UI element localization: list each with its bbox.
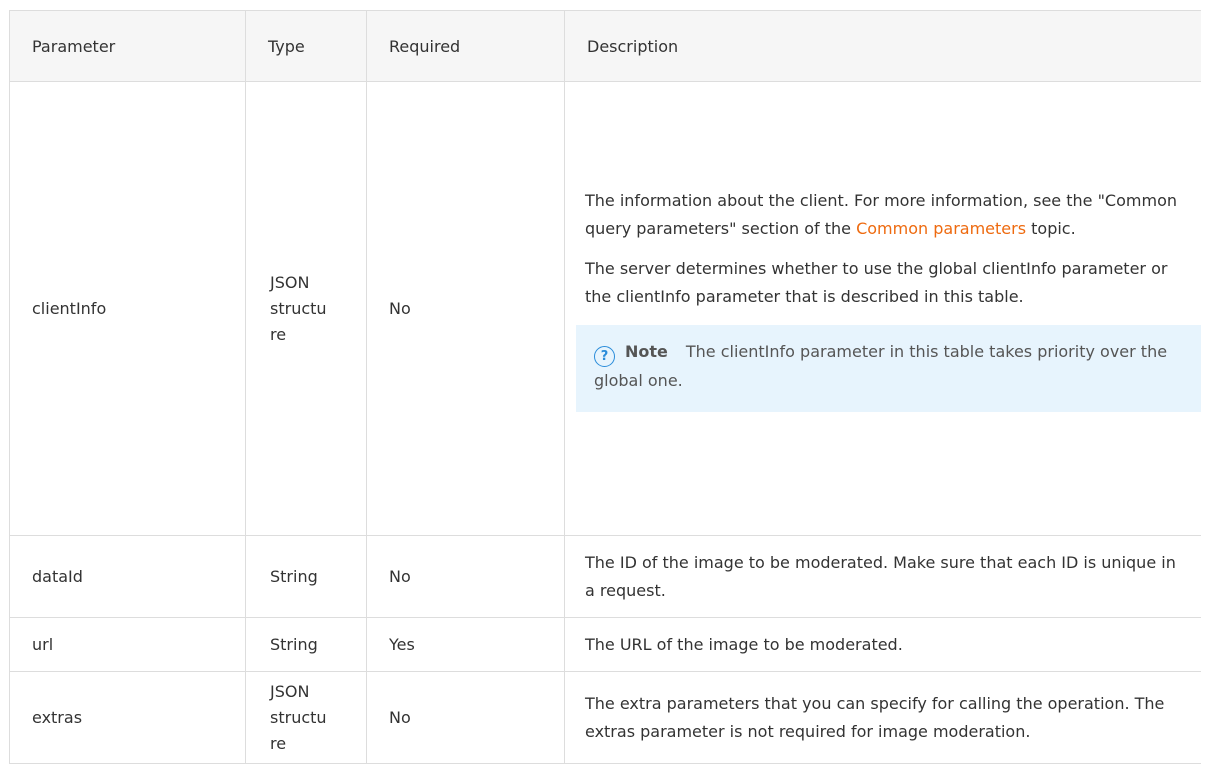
header-type: Type bbox=[245, 10, 367, 82]
description-paragraph: The URL of the image to be moderated. bbox=[585, 634, 903, 654]
table-row: url String Yes The URL of the image to b… bbox=[9, 617, 1201, 672]
param-type: JSON structu re bbox=[245, 671, 367, 764]
parameters-table: Parameter Type Required Description clie… bbox=[9, 10, 1201, 764]
param-type: JSON structu re bbox=[245, 81, 367, 536]
param-type-line: structu bbox=[270, 707, 327, 727]
table-header-row: Parameter Type Required Description bbox=[9, 10, 1201, 82]
param-required: No bbox=[366, 671, 565, 764]
common-parameters-link[interactable]: Common parameters bbox=[856, 219, 1026, 238]
param-required: Yes bbox=[366, 617, 565, 672]
param-type: String bbox=[245, 535, 367, 618]
param-type-line: structu bbox=[270, 298, 327, 318]
param-type-line: JSON bbox=[270, 272, 310, 292]
parameters-table-container: Parameter Type Required Description clie… bbox=[9, 10, 1201, 764]
param-type: String bbox=[245, 617, 367, 672]
description-paragraph: The information about the client. For mo… bbox=[585, 187, 1191, 243]
param-type-line: JSON bbox=[270, 681, 310, 701]
header-description: Description bbox=[564, 10, 1201, 82]
description-paragraph: The extra parameters that you can specif… bbox=[585, 693, 1165, 741]
note-box: ? Note The clientInfo parameter in this ta… bbox=[576, 325, 1201, 412]
note-text: The clientInfo parameter in this table t… bbox=[594, 342, 1168, 390]
note-label: Note bbox=[625, 342, 668, 361]
param-description: The URL of the image to be moderated. bbox=[564, 617, 1201, 672]
param-type-line: re bbox=[270, 733, 287, 753]
description-text: topic. bbox=[1026, 219, 1076, 238]
param-name: extras bbox=[9, 671, 246, 764]
param-required: No bbox=[366, 535, 565, 618]
header-parameter: Parameter bbox=[9, 10, 246, 82]
param-description: The information about the client. For mo… bbox=[564, 81, 1201, 536]
description-paragraph: The server determines whether to use the… bbox=[585, 259, 1168, 306]
param-name: dataId bbox=[9, 535, 246, 618]
param-description: The ID of the image to be moderated. Mak… bbox=[564, 535, 1201, 618]
param-name: clientInfo bbox=[9, 81, 246, 536]
table-row: clientInfo JSON structu re No The inform… bbox=[9, 81, 1201, 536]
param-description: The extra parameters that you can specif… bbox=[564, 671, 1201, 764]
param-name: url bbox=[9, 617, 246, 672]
description-paragraph: The ID of the image to be moderated. Mak… bbox=[585, 552, 1176, 600]
table-row: dataId String No The ID of the image to … bbox=[9, 535, 1201, 618]
question-circle-icon: ? bbox=[594, 346, 615, 367]
param-required: No bbox=[366, 81, 565, 536]
header-required: Required bbox=[366, 10, 565, 82]
param-type-line: re bbox=[270, 324, 287, 344]
table-row: extras JSON structu re No The extra para… bbox=[9, 671, 1201, 764]
